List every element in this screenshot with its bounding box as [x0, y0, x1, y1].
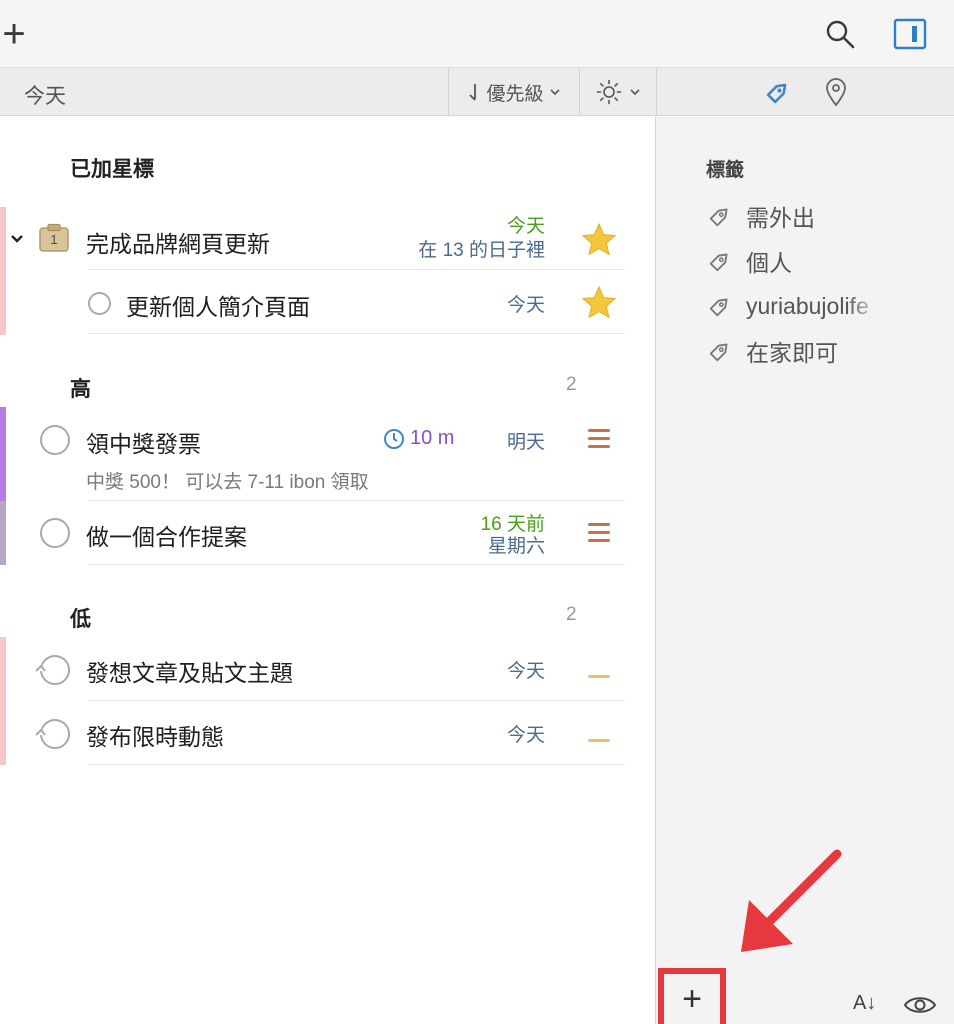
section-count-high: 2 [566, 374, 577, 395]
task-title: 做一個合作提案 [86, 524, 247, 550]
location-pin-icon[interactable] [823, 77, 849, 107]
task-title: 領中獎發票 [86, 431, 201, 457]
task-row[interactable]: 做一個合作提案 16 天前 星期六 [0, 501, 655, 564]
task-checkbox[interactable] [40, 518, 70, 548]
tag-icon[interactable] [763, 77, 793, 107]
project-date: 今天 [506, 216, 545, 237]
tag-label: 需外出 [746, 205, 815, 231]
star-icon[interactable] [582, 223, 616, 256]
task-checkbox[interactable] [40, 425, 70, 455]
tag-item[interactable]: yuriabujolife [706, 289, 881, 323]
task-list: 已加星標 1 完成品牌網頁更新 今天 在 13 的日子裡 更新個人簡介頁面 今天… [0, 117, 655, 1024]
task-date: 今天 [506, 295, 545, 316]
display-options-dropdown[interactable] [580, 68, 656, 116]
search-button[interactable] [824, 18, 856, 50]
task-title: 更新個人簡介頁面 [126, 294, 310, 320]
project-badge: 1 [50, 232, 58, 247]
add-task-button[interactable]: + [0, 10, 34, 58]
eye-icon [903, 997, 937, 1013]
annotation-arrow [741, 849, 842, 952]
repeat-checkbox-icon[interactable] [33, 717, 71, 751]
list-header: 今天 優先級 [0, 68, 954, 116]
tag-label: 在家即可 [746, 340, 838, 366]
task-row[interactable]: 發想文章及貼文主題 今天 [0, 637, 655, 700]
tag-item[interactable]: 在家即可 [706, 334, 838, 368]
sidebar-toggle-icon [893, 18, 927, 50]
clock-icon [384, 429, 404, 449]
project-repeat-info: 在 13 的日子裡 [418, 240, 545, 261]
sort-alphabetical-button[interactable]: A↓ [853, 992, 876, 1015]
subtask-row[interactable]: 更新個人簡介頁面 今天 [0, 270, 655, 333]
task-row[interactable]: 領中獎發票 10 m 明天 中獎 500！ 可以去 7-11 ibon 領取 [0, 407, 655, 500]
chevron-down-icon [630, 89, 640, 96]
tag-label: 個人 [746, 250, 792, 276]
task-row[interactable]: 發布限時動態 今天 [0, 701, 655, 764]
sort-label: 優先級 [486, 83, 544, 105]
task-date: 今天 [506, 725, 545, 746]
sidebar-toggle-button[interactable] [893, 18, 927, 50]
project-row[interactable]: 1 完成品牌網頁更新 今天 在 13 的日子裡 [0, 207, 655, 269]
divider [88, 564, 625, 565]
sort-arrow-icon [469, 84, 477, 101]
task-checkbox[interactable] [88, 292, 111, 315]
divider [88, 333, 625, 334]
section-title-low: 低 [70, 608, 91, 631]
tag-icon [709, 208, 728, 227]
tag-icon [709, 343, 728, 362]
divider [88, 764, 625, 765]
tag-label: yuriabujolife [746, 292, 869, 319]
tag-icon [709, 298, 728, 317]
task-deadline: 星期六 [487, 536, 545, 557]
project-title: 完成品牌網頁更新 [86, 231, 270, 257]
chevron-down-icon [549, 89, 560, 96]
high-priority-icon[interactable] [588, 523, 610, 547]
tag-item[interactable]: 個人 [706, 244, 792, 278]
sidebar-tabs [656, 68, 954, 116]
task-date: 明天 [506, 432, 545, 453]
sun-icon [596, 79, 622, 105]
visibility-toggle-button[interactable] [903, 994, 937, 1016]
add-tag-button[interactable]: + [658, 968, 726, 1024]
section-count-low: 2 [566, 604, 577, 625]
task-note: 中獎 500！ 可以去 7-11 ibon 領取 [86, 472, 369, 493]
list-title: 今天 [24, 85, 66, 108]
chevron-down-icon[interactable] [10, 233, 24, 245]
task-title: 發布限時動態 [86, 724, 224, 750]
tags-heading: 標籤 [706, 160, 745, 181]
search-icon [826, 20, 855, 49]
low-priority-icon[interactable] [588, 739, 610, 742]
task-duration: 10 m [410, 427, 455, 449]
sort-dropdown[interactable]: 優先級 [448, 68, 580, 116]
low-priority-icon[interactable] [588, 675, 610, 678]
task-title: 發想文章及貼文主題 [86, 660, 293, 686]
top-toolbar: + [0, 0, 954, 68]
star-icon[interactable] [582, 286, 616, 319]
tag-item[interactable]: 需外出 [706, 199, 815, 233]
section-title-high: 高 [70, 378, 91, 401]
section-title-starred: 已加星標 [70, 158, 154, 181]
high-priority-icon[interactable] [588, 429, 610, 453]
task-date: 今天 [506, 661, 545, 682]
project-icon: 1 [38, 223, 70, 253]
tag-icon [709, 253, 728, 272]
repeat-checkbox-icon[interactable] [33, 653, 71, 687]
